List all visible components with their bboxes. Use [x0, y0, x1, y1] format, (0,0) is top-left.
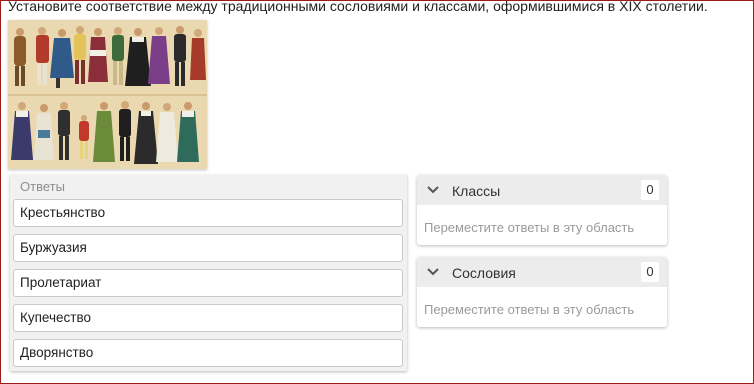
- group-classes-count-badge: 0: [641, 180, 659, 200]
- answer-item-kupechestvo[interactable]: Купечество: [13, 304, 403, 332]
- group-classes-label: Классы: [452, 183, 501, 199]
- answer-item-proletariat[interactable]: Пролетариат: [13, 269, 403, 297]
- group-estates-count-badge: 0: [641, 262, 659, 282]
- answer-item-krestyanstvo[interactable]: Крестьянство: [13, 199, 403, 227]
- group-estates-drop-hint: Переместите ответы в эту область: [424, 302, 635, 317]
- chevron-down-icon[interactable]: [426, 183, 440, 197]
- group-classes-drop-hint: Переместите ответы в эту область: [424, 220, 635, 235]
- answer-item-dvoryanstvo[interactable]: Дворянство: [13, 339, 403, 367]
- question-text: Установите соответствие между традиционн…: [8, 0, 708, 14]
- group-classes-drop-zone[interactable]: Переместите ответы в эту область: [417, 205, 667, 245]
- group-classes-header[interactable]: Классы 0: [417, 175, 667, 205]
- group-estates-drop-zone[interactable]: Переместите ответы в эту область: [417, 287, 667, 327]
- historical-costumes-image: [8, 20, 207, 169]
- group-estates: Сословия 0 Переместите ответы в эту обла…: [417, 257, 667, 327]
- group-classes: Классы 0 Переместите ответы в эту област…: [417, 175, 667, 245]
- group-estates-header[interactable]: Сословия 0: [417, 257, 667, 287]
- answers-title: Ответы: [20, 179, 65, 194]
- answer-item-burzhuaziya[interactable]: Буржуазия: [13, 234, 403, 262]
- chevron-down-icon[interactable]: [426, 265, 440, 279]
- answers-panel: Ответы Крестьянство Буржуазия Пролетариа…: [10, 175, 407, 371]
- group-estates-label: Сословия: [452, 265, 516, 281]
